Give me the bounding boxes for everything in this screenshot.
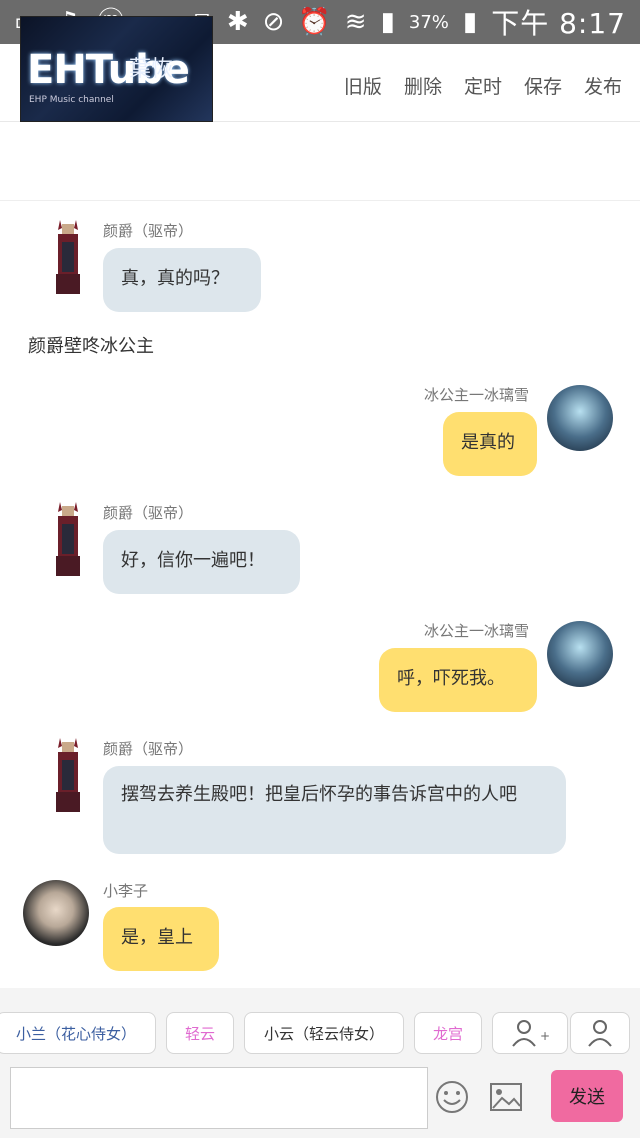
sender-name: 颜爵（驱帝） [103,504,194,522]
sender-name: 小李子 [103,882,149,900]
composer-panel: 小兰（花心侍女） 轻云 小云（轻云侍女） 龙宫 + 发送 [0,988,640,1138]
delete-button[interactable]: 删除 [404,72,442,99]
avatar-yanjue-1[interactable] [48,220,88,298]
avatar-bingongzhu-1[interactable] [547,385,613,451]
smiley-icon [436,1081,468,1113]
battery-icon: ▮ [462,7,478,37]
user-icon [588,1020,612,1047]
avatar-yanjue-3[interactable] [48,738,88,816]
publish-button[interactable]: 发布 [584,72,622,99]
message-bubble: 真，真的吗？ [103,248,261,312]
bluetooth-icon: ✱ [226,7,249,37]
battery-text: 37% [408,11,449,33]
character-chips: 小兰（花心侍女） 轻云 小云（轻云侍女） 龙宫 + [0,1012,640,1058]
old-version-button[interactable]: 旧版 [344,72,382,99]
message-input[interactable] [10,1067,428,1129]
sender-name: 颜爵（驱帝） [103,740,194,758]
thumbnail-caption: 葉恢 [129,57,174,82]
message-bubble: 摆驾去养生殿吧！把皇后怀孕的事告诉宫中的人吧 [103,766,566,854]
image-button[interactable] [488,1079,524,1115]
narration-text: 颜爵壁咚冰公主 [28,336,154,357]
add-user-icon: + [512,1020,550,1047]
message-bubble: 好，信你一遍吧！ [103,530,300,594]
chip-qingyun[interactable]: 轻云 [166,1012,234,1054]
message-bubble: 是，皇上 [103,907,219,971]
message-bubble: 是真的 [443,412,537,476]
add-character-button[interactable]: + [492,1012,568,1054]
send-button[interactable]: 发送 [551,1070,623,1122]
sender-name: 冰公主一冰璃雪 [424,386,530,404]
alarm-icon: ⏰ [298,7,331,37]
avatar-xiaolizi[interactable] [23,880,89,946]
svg-text:+: + [540,1029,550,1043]
avatar-yanjue-2[interactable] [48,502,88,580]
chip-longgong[interactable]: 龙宫 [414,1012,482,1054]
character-list-button[interactable] [570,1012,630,1054]
avatar-bingongzhu-2[interactable] [547,621,613,687]
save-button[interactable]: 保存 [524,72,562,99]
chip-xiaolan[interactable]: 小兰（花心侍女） [0,1012,156,1054]
toolbar-actions: 旧版 删除 定时 保存 发布 [344,72,622,99]
thumbnail-sub: EHP Music channel [29,95,114,105]
sender-name: 颜爵（驱帝） [103,222,194,240]
cover-thumbnail[interactable]: EHTube 葉恢 EHP Music channel [20,16,213,122]
sender-name: 冰公主一冰璃雪 [424,622,530,640]
divider [0,200,640,201]
image-icon [490,1083,522,1111]
message-bubble: 呼，吓死我。 [379,648,537,712]
chip-xiaoyun[interactable]: 小云（轻云侍女） [244,1012,404,1054]
wifi-icon: ≋ [344,7,367,37]
emoji-button[interactable] [434,1079,470,1115]
mute-icon: ⊘ [262,7,285,37]
signal-icon: ▮ [380,7,395,37]
clock: 下午 8:17 [491,7,626,40]
schedule-button[interactable]: 定时 [464,72,502,99]
